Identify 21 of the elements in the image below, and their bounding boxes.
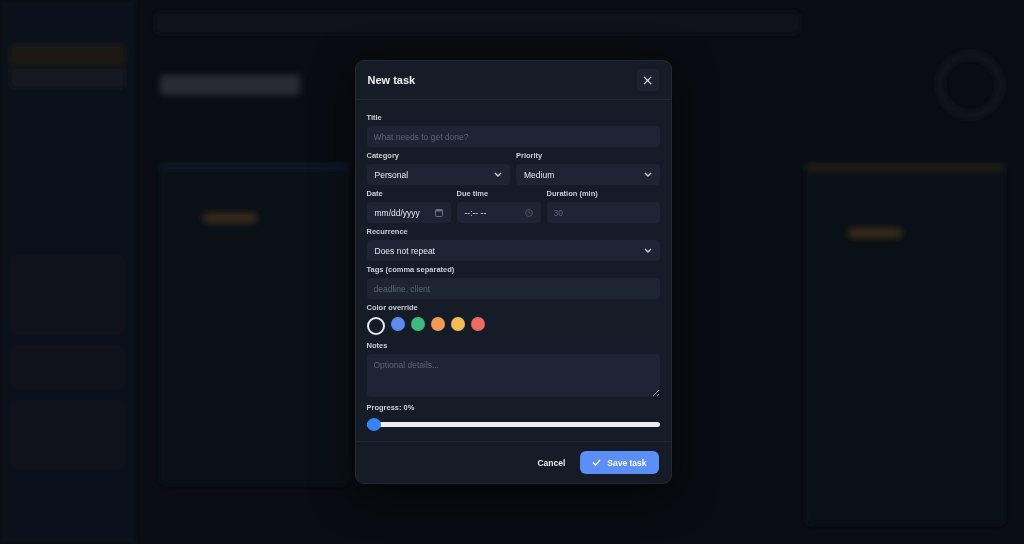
color-swatch[interactable] — [450, 317, 465, 331]
time-input[interactable]: --:-- -- — [456, 202, 541, 223]
priority-select[interactable]: Medium — [516, 164, 660, 185]
cancel-button[interactable]: Cancel — [529, 451, 574, 474]
check-icon — [592, 459, 602, 466]
chevron-down-icon — [643, 247, 652, 254]
slider-thumb[interactable] — [366, 418, 381, 431]
recurrence-select[interactable]: Does not repeat — [366, 240, 660, 261]
dialog-title: New task — [367, 74, 416, 86]
color-swatch[interactable] — [410, 317, 425, 331]
color-swatch[interactable] — [470, 317, 485, 331]
color-swatch[interactable] — [430, 317, 445, 331]
no-color-swatch[interactable] — [366, 317, 385, 335]
date-input[interactable]: mm/dd/yyyy — [366, 202, 451, 223]
calendar-icon — [434, 208, 443, 217]
close-button[interactable]: × — [636, 69, 659, 91]
color-swatch[interactable] — [390, 317, 405, 331]
category-select[interactable]: Personal — [366, 164, 510, 185]
clock-icon — [524, 208, 533, 217]
chevron-down-icon — [643, 171, 652, 178]
chevron-down-icon — [494, 171, 502, 178]
